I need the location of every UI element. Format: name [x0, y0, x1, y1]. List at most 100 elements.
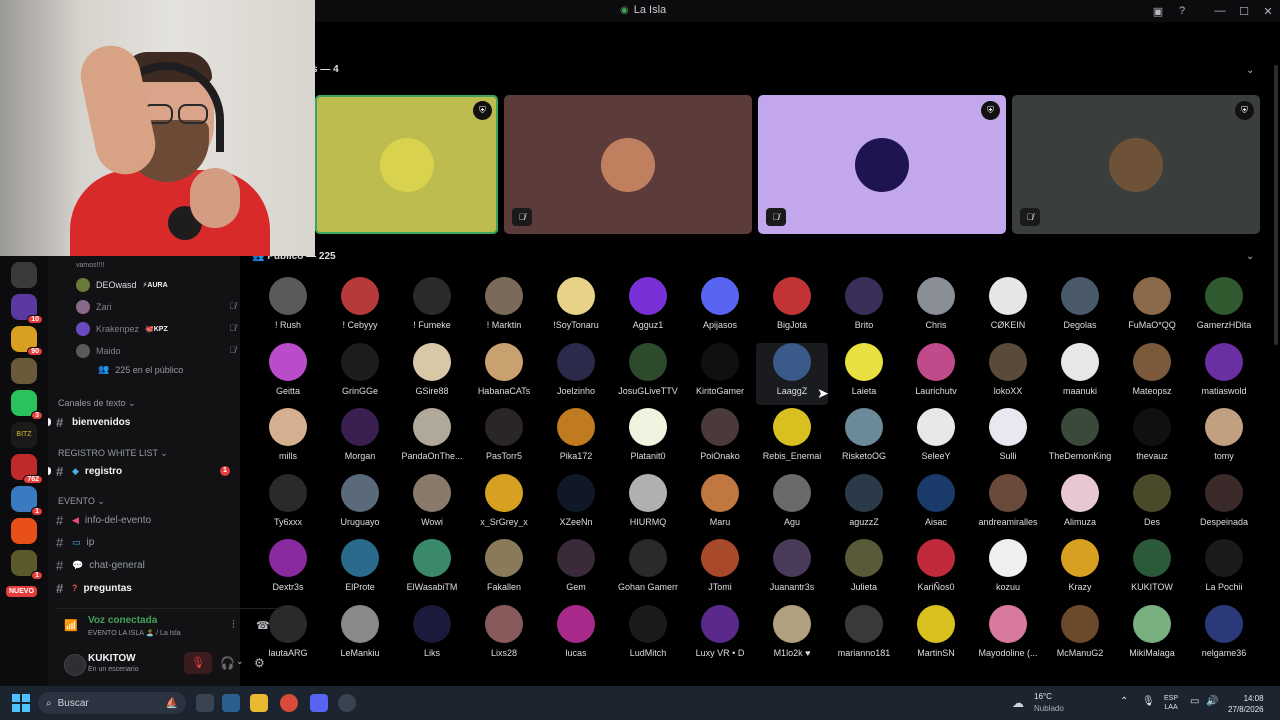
audience-member[interactable]: x_SrGrey_x: [468, 473, 540, 536]
audience-member[interactable]: ElProte: [324, 539, 396, 601]
minimize-button[interactable]: —: [1208, 5, 1232, 17]
channel-info-del-evento[interactable]: # ◀ info-del-evento: [56, 511, 236, 529]
audience-member[interactable]: andreamiralles: [972, 473, 1044, 536]
tile-speaker-2[interactable]: 🎙̸: [504, 95, 752, 234]
audience-member[interactable]: Wowi: [396, 473, 468, 536]
audience-member[interactable]: Dextr3s: [252, 539, 324, 601]
audience-member[interactable]: PoiOnako: [684, 408, 756, 470]
audience-member[interactable]: !SoyTonaru: [540, 277, 612, 339]
category-evento[interactable]: EVENTO ⌄: [58, 496, 105, 507]
audience-member[interactable]: Agu: [756, 473, 828, 536]
audience-member[interactable]: ! Marktin: [468, 277, 540, 339]
audience-member[interactable]: Morgan: [324, 408, 396, 470]
microphone-icon[interactable]: 🎙: [1142, 696, 1155, 707]
audience-member[interactable]: Apijasos: [684, 277, 756, 339]
channel-registro[interactable]: # ◆ registro 1: [48, 462, 236, 480]
channel-preguntas[interactable]: # ? preguntas: [56, 579, 236, 597]
audience-member[interactable]: McManuG2: [1044, 604, 1116, 667]
signal-icon[interactable]: 📶: [64, 619, 78, 632]
audience-member[interactable]: Maru: [684, 473, 756, 536]
new-badge[interactable]: NUEVO: [6, 586, 37, 597]
audience-member[interactable]: Laieta: [828, 342, 900, 405]
audience-member[interactable]: Gem: [540, 539, 612, 601]
audience-member[interactable]: TheDemonKing: [1044, 408, 1116, 470]
muted-mic-icon[interactable]: 🎙: [184, 652, 212, 674]
server-icon[interactable]: 3: [11, 390, 43, 420]
audience-member[interactable]: MartinSN: [900, 604, 972, 667]
audience-member[interactable]: Juanantr3s: [756, 539, 828, 601]
audience-member[interactable]: Geitta: [252, 342, 324, 405]
server-icon[interactable]: 10: [11, 294, 43, 324]
audience-member[interactable]: mills: [252, 408, 324, 470]
disconnect-icon[interactable]: ☎: [256, 619, 270, 632]
audience-member[interactable]: Liks: [396, 604, 468, 667]
audience-member[interactable]: lucas: [540, 604, 612, 667]
chrome-icon[interactable]: [280, 694, 298, 712]
server-icon[interactable]: 1: [11, 486, 43, 516]
username[interactable]: KUKITOW: [88, 653, 136, 664]
audience-member[interactable]: Alimuza: [1044, 473, 1116, 536]
volume-icon[interactable]: 🔊: [1206, 696, 1218, 707]
voice-user[interactable]: DEOwasd ⚡AURA: [76, 276, 236, 294]
audience-member[interactable]: Sulli: [972, 408, 1044, 470]
audience-member[interactable]: PasTorr5: [468, 408, 540, 470]
server-icon[interactable]: 762: [11, 454, 43, 484]
inbox-icon[interactable]: ▣: [1146, 5, 1170, 18]
collapse-speakers-icon[interactable]: ⌄: [1246, 65, 1254, 76]
audience-member[interactable]: GamerzHDita: [1188, 277, 1260, 339]
audience-member[interactable]: Mateopsz: [1116, 342, 1188, 405]
audience-member[interactable]: aguzzZ: [828, 473, 900, 536]
audience-member[interactable]: tomy: [1188, 408, 1260, 470]
voice-user[interactable]: Krakenpez 🐙KPZ 🎙̸: [76, 320, 236, 338]
monitor-icon[interactable]: ▭: [1190, 696, 1199, 707]
audience-member[interactable]: kozuu: [972, 539, 1044, 601]
audience-member[interactable]: matiaswold: [1188, 342, 1260, 405]
audience-member[interactable]: ElWasabiTM: [396, 539, 468, 601]
avatar[interactable]: [64, 654, 86, 676]
audience-member[interactable]: Mayodoline (...: [972, 604, 1044, 667]
audience-member[interactable]: lokoXX: [972, 342, 1044, 405]
audience-member[interactable]: Fakallen: [468, 539, 540, 601]
server-icon[interactable]: 90: [11, 326, 43, 356]
maximize-button[interactable]: ☐: [1232, 5, 1256, 18]
clock[interactable]: 14:08 27/8/2026: [1228, 693, 1264, 715]
audience-member[interactable]: XZeeNn: [540, 473, 612, 536]
audience-member[interactable]: Krazy: [1044, 539, 1116, 601]
audience-member[interactable]: Laurichutv: [900, 342, 972, 405]
audience-member[interactable]: maanuki: [1044, 342, 1116, 405]
chevron-down-icon[interactable]: ⌄: [236, 656, 244, 667]
task-view-icon[interactable]: [196, 694, 214, 712]
language-indicator[interactable]: ESP LAA: [1164, 694, 1178, 712]
audience-member[interactable]: M1lo2k ♥: [756, 604, 828, 667]
audience-member[interactable]: Despeinada: [1188, 473, 1260, 536]
channel-chat-general[interactable]: # 💬 chat-general: [56, 556, 236, 574]
audience-member[interactable]: KUKITOW: [1116, 539, 1188, 601]
audience-member[interactable]: LeMankiu: [324, 604, 396, 667]
audience-member[interactable]: FuMaO*QQ: [1116, 277, 1188, 339]
audience-member[interactable]: KariÑos0: [900, 539, 972, 601]
audience-member[interactable]: Pika172: [540, 408, 612, 470]
help-icon[interactable]: ?: [1170, 5, 1194, 17]
audience-member[interactable]: MikiMalaga: [1116, 604, 1188, 667]
voice-channel-path[interactable]: EVENTO LA ISLA 🏝️ / La Isla: [88, 629, 181, 637]
audience-member[interactable]: Gohan Gamerr: [612, 539, 684, 601]
category-registro[interactable]: REGISTRO WHITE LIST ⌄: [58, 448, 168, 459]
audience-member[interactable]: CØKEIN: [972, 277, 1044, 339]
voice-connected-title[interactable]: Voz conectada: [88, 615, 157, 626]
server-icon[interactable]: 1: [11, 550, 43, 580]
file-explorer-icon[interactable]: [250, 694, 268, 712]
audience-member[interactable]: ! Fumeke: [396, 277, 468, 339]
audience-member[interactable]: RisketoOG: [828, 408, 900, 470]
obs-icon[interactable]: [338, 694, 356, 712]
public-count[interactable]: 👥 225 en el público: [98, 364, 183, 375]
windows-start-icon[interactable]: [12, 694, 30, 712]
audience-member[interactable]: BigJota: [756, 277, 828, 339]
server-icon[interactable]: [11, 518, 37, 544]
audience-member[interactable]: PandaOnThe...: [396, 408, 468, 470]
audience-member[interactable]: marianno181: [828, 604, 900, 667]
audience-member[interactable]: JosuGLiveTTV: [612, 342, 684, 405]
category-text-channels[interactable]: Canales de texto ⌄: [58, 398, 136, 409]
collapse-audience-icon[interactable]: ⌄: [1246, 251, 1254, 262]
audience-member[interactable]: thevauz: [1116, 408, 1188, 470]
app-icon[interactable]: [222, 694, 240, 712]
